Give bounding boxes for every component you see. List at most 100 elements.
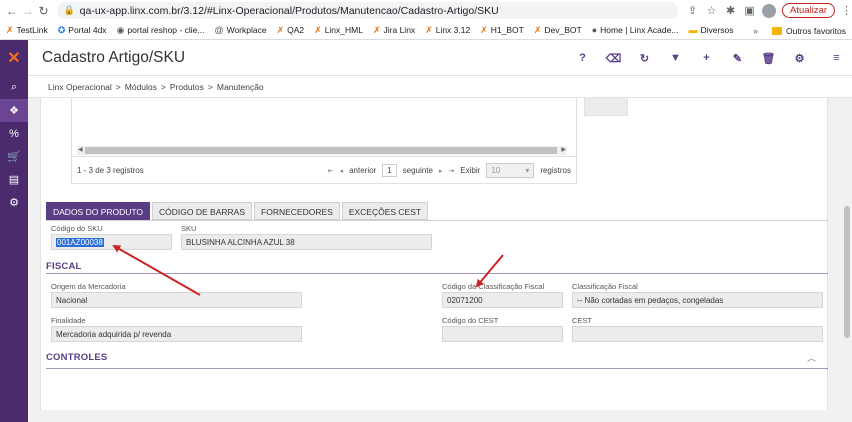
chevron-up-icon[interactable]: ︿ (807, 351, 816, 364)
back-icon[interactable]: ← (4, 4, 20, 18)
breadcrumb: Linx Operacional > Módulos > Produtos > … (28, 76, 852, 98)
chevron-down-icon: ▾ (525, 166, 530, 175)
cod-classificacao-field[interactable]: 02071200 (442, 292, 563, 308)
grid-footer: 1 - 3 de 3 registros ⇤ ◂ anterior 1 segu… (71, 156, 577, 184)
controles-divider (46, 368, 828, 369)
cod-classificacao-label: Código da Classificação Fiscal (442, 282, 545, 291)
folder-icon: ▬ (688, 25, 698, 35)
controles-section-title[interactable]: CONTROLES (46, 352, 107, 363)
browser-address-bar: ← → ↻ 🔒 qa-ux-app.linx.com.br/3.12/#Linx… (0, 0, 852, 21)
tab-divider (46, 220, 828, 221)
percent-icon[interactable]: % (0, 122, 28, 145)
url-text[interactable]: qa-ux-app.linx.com.br/3.12/#Linx-Operaci… (80, 5, 499, 17)
vertical-scroll-thumb[interactable] (844, 206, 850, 338)
bookmark-linx-312[interactable]: ✗ Linx 3.12 (425, 25, 470, 36)
extensions-icon[interactable]: ✱ (724, 4, 737, 17)
linx-x-icon: ✗ (425, 24, 433, 35)
tab-fornecedores[interactable]: FORNECEDORES (254, 202, 340, 220)
cart-icon: ◉ (116, 24, 125, 35)
linx-x-icon: ✗ (372, 24, 381, 35)
gears-icon[interactable]: ⚙ (0, 191, 28, 214)
profile-avatar[interactable] (762, 3, 777, 18)
more-bookmarks-button[interactable]: » (753, 26, 758, 36)
browser-menu-icon[interactable]: ⋮ (841, 4, 852, 17)
origem-field[interactable]: Nacional (51, 292, 302, 308)
cest-field[interactable] (572, 326, 823, 342)
bookmark-portal-4dx[interactable]: ✪ Portal 4dx (58, 25, 107, 36)
breadcrumb-item[interactable]: Manutenção (217, 82, 264, 92)
form-panel: ◀ ▶ 1 - 3 de 3 registros ⇤ ◂ anterior 1 … (40, 98, 828, 410)
bookmark-workplace[interactable]: @ Workplace (214, 25, 266, 35)
bookmark-linx-hml[interactable]: ✗ Linx_HML (314, 25, 363, 36)
edit-icon[interactable]: ✎ (722, 52, 753, 65)
records-suffix: registros (540, 166, 571, 175)
lock-icon: 🔒 (63, 5, 75, 15)
breadcrumb-item[interactable]: Linx Operacional (48, 82, 112, 92)
sidepanel-icon[interactable]: ▣ (743, 4, 756, 17)
menu-icon[interactable]: ≡ (821, 52, 852, 64)
update-button[interactable]: Atualizar (782, 3, 836, 18)
star-icon[interactable]: ☆ (705, 4, 718, 17)
bookmark-portal-reshop[interactable]: ◉ portal reshop - clie... (117, 25, 205, 36)
eraser-icon[interactable]: ⌫ (598, 52, 629, 65)
forward-icon[interactable]: → (20, 4, 36, 18)
linx-x-icon: ✗ (314, 24, 322, 35)
bookmark-jira-linx[interactable]: ✗ Jira Linx (373, 25, 415, 36)
bookmark-h1-bot[interactable]: ✗ H1_BOT (480, 25, 524, 36)
breadcrumb-item[interactable]: Produtos (170, 82, 204, 92)
sku-code-field[interactable]: 001AZ00038 (51, 234, 172, 250)
scroll-right-icon[interactable]: ▶ (561, 146, 566, 155)
show-label: Exibir (460, 166, 481, 175)
linx-logo[interactable]: ✕ (0, 40, 28, 76)
bookmark-dev-bot[interactable]: ✗ Dev_BOT (534, 25, 582, 36)
classificacao-field[interactable]: -- Não cortadas em pedaços, congeladas (572, 292, 823, 308)
page-size-select[interactable]: 10 ▾ (486, 163, 535, 178)
add-icon[interactable]: + (691, 52, 722, 64)
prev-page-link[interactable]: anterior (349, 166, 376, 175)
cest-code-field[interactable] (442, 326, 563, 342)
next-page-icon[interactable]: ▸ (439, 167, 443, 175)
last-page-icon[interactable]: ⇥ (448, 167, 454, 175)
linx-x-icon: ✗ (533, 24, 542, 35)
settings-icon[interactable]: ⚙ (784, 52, 815, 65)
products-icon[interactable]: ❖ (0, 99, 28, 122)
image-placeholder (584, 98, 628, 116)
swirl-icon: ✪ (57, 24, 66, 35)
bookmark-qa2[interactable]: ✗ QA2 (277, 25, 305, 36)
cart-icon[interactable]: 🛒 (0, 145, 28, 168)
bookmark-testlink[interactable]: ✗ TestLink (6, 25, 48, 36)
first-page-icon[interactable]: ⇤ (328, 167, 334, 175)
prev-page-icon[interactable]: ◂ (340, 167, 344, 175)
scroll-left-icon[interactable]: ◀ (78, 146, 83, 155)
tab-codigo-de-barras[interactable]: CÓDIGO DE BARRAS (152, 202, 253, 220)
main-content: ◀ ▶ 1 - 3 de 3 registros ⇤ ◂ anterior 1 … (28, 98, 840, 422)
tab-dados-do-produto[interactable]: DADOS DO PRODUTO (46, 202, 151, 220)
url-field[interactable]: 🔒 qa-ux-app.linx.com.br/3.12/#Linx-Opera… (57, 2, 679, 19)
pager: ⇤ ◂ anterior 1 seguinte ▸ ⇥ Exibir 10 ▾ … (328, 163, 571, 178)
cest-label: CEST (572, 316, 593, 325)
finalidade-field[interactable]: Mercadoria adquirida p/ revenda (51, 326, 302, 342)
help-icon[interactable]: ? (567, 52, 598, 64)
page-number-input[interactable]: 1 (382, 164, 397, 177)
page-size-value: 10 (491, 166, 501, 175)
other-favorites[interactable]: Outros favoritos (786, 26, 846, 36)
reload-icon[interactable]: ↻ (36, 4, 52, 18)
linx-x-icon: ✗ (480, 24, 488, 35)
fiscal-divider (46, 273, 828, 274)
document-icon[interactable]: ▤ (0, 168, 28, 191)
sku-field[interactable]: BLUSINHA ALCINHA AZUL 38 (181, 234, 432, 250)
tab-excecoes-cest[interactable]: EXCEÇÕES CEST (341, 202, 429, 220)
scroll-thumb[interactable] (85, 147, 557, 154)
vertical-scrollbar[interactable] (842, 98, 852, 422)
delete-icon[interactable]: 🗑 (753, 52, 784, 65)
next-page-link[interactable]: seguinte (403, 166, 433, 175)
bookmark-linx-academy[interactable]: ● Home | Linx Acade... (592, 25, 679, 35)
folder-icon (772, 26, 782, 35)
horizontal-scrollbar[interactable]: ◀ ▶ (77, 146, 567, 155)
bookmark-diversos[interactable]: ▬ Diversos (688, 25, 733, 35)
refresh-icon[interactable]: ↻ (629, 52, 660, 65)
breadcrumb-item[interactable]: Módulos (125, 82, 157, 92)
filter-icon[interactable]: ▼ (660, 52, 691, 64)
share-icon[interactable]: ⇪ (686, 4, 699, 17)
search-icon[interactable]: ⌕ (0, 76, 28, 99)
